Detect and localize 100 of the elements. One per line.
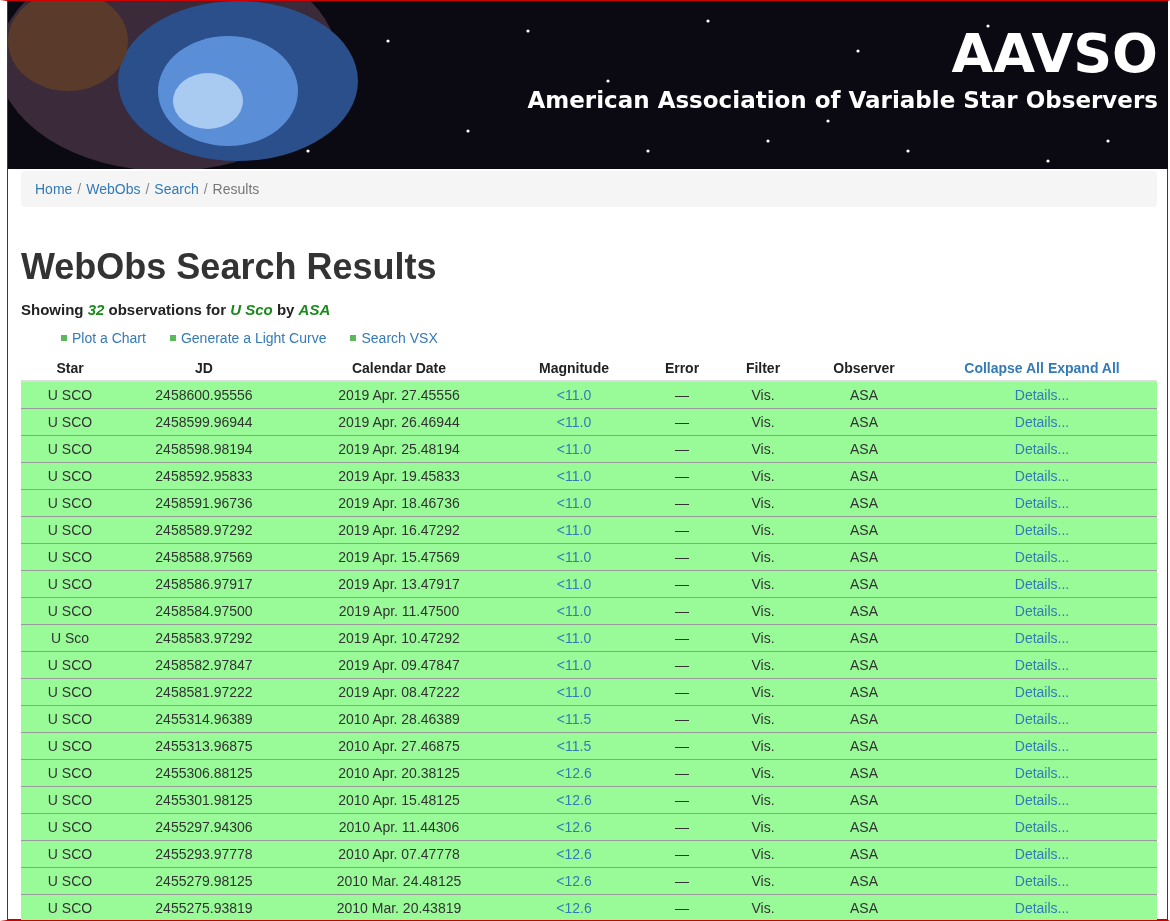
table-cell: ASA xyxy=(850,603,878,619)
magnitude-link[interactable]: <11.0 xyxy=(556,630,592,646)
magnitude-link[interactable]: <11.0 xyxy=(556,522,592,538)
table-cell: Vis. xyxy=(751,576,775,592)
action-link[interactable]: Search VSX xyxy=(361,330,438,346)
magnitude-link[interactable]: <12.6 xyxy=(556,819,592,835)
table-cell: — xyxy=(675,522,689,538)
table-cell: 2458588.97569 xyxy=(155,549,253,565)
details-link[interactable]: Details... xyxy=(1014,765,1070,781)
table-cell: 2019 Apr. 10.47292 xyxy=(338,630,460,646)
details-link[interactable]: Details... xyxy=(1014,522,1070,538)
magnitude-link[interactable]: <12.6 xyxy=(556,846,592,862)
table-cell: — xyxy=(675,495,689,511)
details-link[interactable]: Details... xyxy=(1014,630,1070,646)
breadcrumb-current: Results xyxy=(212,181,260,197)
table-cell: — xyxy=(675,441,689,457)
table-cell: Vis. xyxy=(751,630,775,646)
table-cell: Vis. xyxy=(751,522,775,538)
table-cell: ASA xyxy=(850,549,878,565)
action-link[interactable]: Generate a Light Curve xyxy=(180,330,327,346)
details-link[interactable]: Details... xyxy=(1014,900,1070,916)
magnitude-link[interactable]: <11.0 xyxy=(556,603,592,619)
magnitude-link[interactable]: <11.5 xyxy=(556,711,592,727)
magnitude-link[interactable]: <11.0 xyxy=(556,387,592,403)
table-cell: ASA xyxy=(850,792,878,808)
action-link[interactable]: Plot a Chart xyxy=(72,330,146,346)
table-cell: — xyxy=(675,684,689,700)
details-link[interactable]: Details... xyxy=(1014,576,1070,592)
table-cell: 2458592.95833 xyxy=(155,468,253,484)
table-cell: 2019 Apr. 15.47569 xyxy=(338,549,460,565)
breadcrumb-separator: / xyxy=(77,181,82,197)
table-cell: 2458581.97222 xyxy=(155,684,253,700)
table-cell: 2458583.97292 xyxy=(155,630,253,646)
table-cell: — xyxy=(675,819,689,835)
table-cell: 2019 Apr. 13.47917 xyxy=(338,576,460,592)
details-link[interactable]: Details... xyxy=(1014,684,1070,700)
table-cell: ASA xyxy=(850,738,878,754)
table-cell: — xyxy=(675,846,689,862)
breadcrumb-link[interactable]: WebObs xyxy=(86,181,141,197)
details-link[interactable]: Details... xyxy=(1014,468,1070,484)
magnitude-link[interactable]: <11.0 xyxy=(556,549,592,565)
magnitude-link[interactable]: <12.6 xyxy=(556,792,592,808)
table-cell: Vis. xyxy=(751,900,775,916)
table-cell: 2458598.98194 xyxy=(155,441,253,457)
table-cell: Vis. xyxy=(751,657,775,673)
details-link[interactable]: Details... xyxy=(1014,603,1070,619)
table-cell: Vis. xyxy=(751,441,775,457)
toggle-link[interactable]: Collapse All xyxy=(964,360,1044,376)
table-cell: ASA xyxy=(850,576,878,592)
magnitude-link[interactable]: <11.0 xyxy=(556,468,592,484)
toggle-link[interactable]: Expand All xyxy=(1047,360,1120,376)
breadcrumb-link[interactable]: Home xyxy=(35,181,73,197)
table-cell: 2455313.96875 xyxy=(155,738,253,754)
table-cell: Vis. xyxy=(751,468,775,484)
details-link[interactable]: Details... xyxy=(1014,414,1070,430)
details-link[interactable]: Details... xyxy=(1014,711,1070,727)
table-cell: 2458586.97917 xyxy=(155,576,253,592)
table-cell: ASA xyxy=(850,387,878,403)
details-link[interactable]: Details... xyxy=(1014,792,1070,808)
table-cell: ASA xyxy=(850,873,878,889)
table-cell: — xyxy=(675,603,689,619)
table-cell: Vis. xyxy=(751,495,775,511)
table-cell: ASA xyxy=(850,846,878,862)
details-link[interactable]: Details... xyxy=(1014,495,1070,511)
magnitude-link[interactable]: <11.0 xyxy=(556,576,592,592)
details-link[interactable]: Details... xyxy=(1014,738,1070,754)
table-cell: U SCO xyxy=(47,549,93,565)
magnitude-link[interactable]: <11.0 xyxy=(556,495,592,511)
table-cell: Vis. xyxy=(751,684,775,700)
magnitude-link[interactable]: <11.0 xyxy=(556,684,592,700)
table-cell: 2019 Apr. 27.45556 xyxy=(338,387,460,403)
magnitude-link[interactable]: <12.6 xyxy=(556,765,592,781)
magnitude-link[interactable]: <11.0 xyxy=(556,657,592,673)
table-cell: U SCO xyxy=(47,495,93,511)
details-link[interactable]: Details... xyxy=(1014,387,1070,403)
table-cell: 2455275.93819 xyxy=(155,900,253,916)
table-cell: 2455314.96389 xyxy=(155,711,253,727)
table-cell: U SCO xyxy=(47,846,93,862)
table-cell: 2010 Apr. 07.47778 xyxy=(338,846,460,862)
breadcrumb-link[interactable]: Search xyxy=(154,181,199,197)
table-cell: — xyxy=(675,765,689,781)
table-cell: ASA xyxy=(850,414,878,430)
table-cell: — xyxy=(675,900,689,916)
details-link[interactable]: Details... xyxy=(1014,441,1070,457)
magnitude-link[interactable]: <11.5 xyxy=(556,738,592,754)
details-link[interactable]: Details... xyxy=(1014,549,1070,565)
details-link[interactable]: Details... xyxy=(1014,846,1070,862)
magnitude-link[interactable]: <11.0 xyxy=(556,441,592,457)
table-cell: 2455297.94306 xyxy=(155,819,253,835)
table-cell: Vis. xyxy=(751,414,775,430)
table-cell: — xyxy=(675,873,689,889)
magnitude-link[interactable]: <12.6 xyxy=(556,900,592,916)
page-heading: WebObs Search Results xyxy=(21,247,438,287)
magnitude-link[interactable]: <11.0 xyxy=(556,414,592,430)
details-link[interactable]: Details... xyxy=(1014,657,1070,673)
table-cell: 2019 Apr. 19.45833 xyxy=(338,468,460,484)
table-cell: 2458600.95556 xyxy=(155,387,253,403)
magnitude-link[interactable]: <12.6 xyxy=(556,873,592,889)
details-link[interactable]: Details... xyxy=(1014,873,1070,889)
details-link[interactable]: Details... xyxy=(1014,819,1070,835)
